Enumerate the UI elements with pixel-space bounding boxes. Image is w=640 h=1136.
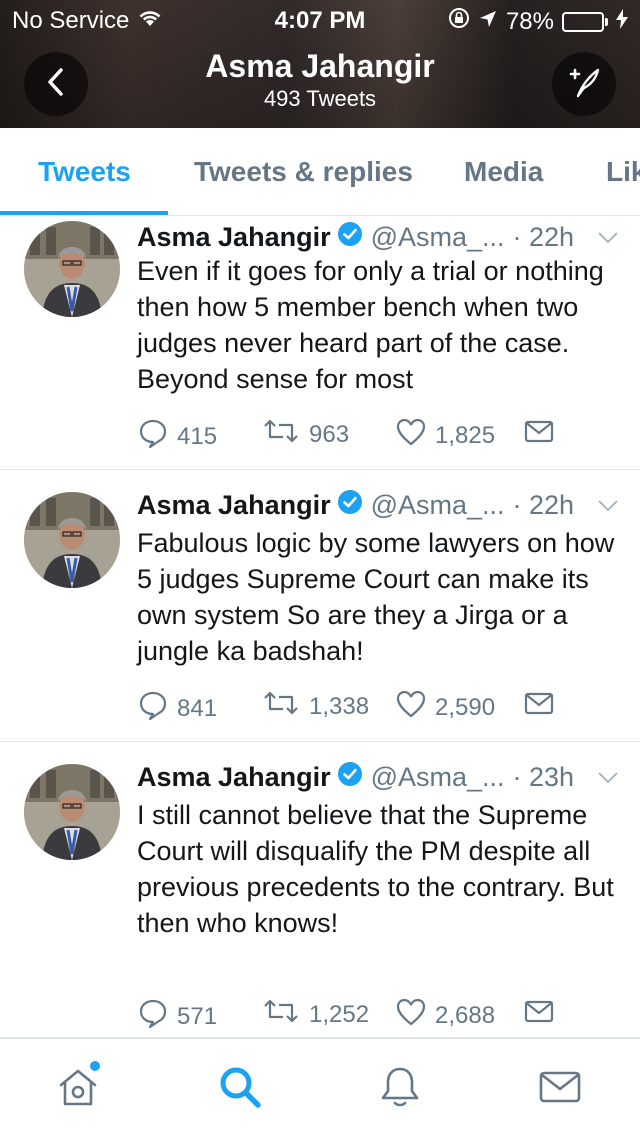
home-notification-dot [90,1061,100,1071]
tweet-header: Asma Jahangir @Asma_... · 22h [137,489,620,522]
heart-icon [395,689,427,726]
search-icon [217,1064,263,1115]
like-button[interactable]: 2,590 [395,689,495,726]
retweet-count: 1,338 [309,692,370,720]
envelope-icon [523,997,555,1032]
bottom-tab-bar [0,1038,640,1136]
home-icon [56,1065,100,1114]
tweet-actions: 571 1,252 2,688 [137,997,617,1033]
nav-messages[interactable] [536,1065,584,1113]
reply-icon [137,997,169,1036]
messages-icon [538,1067,582,1112]
reply-button[interactable]: 841 [137,689,217,728]
verified-badge-icon [337,761,363,794]
tweet-text: I still cannot believe that the Supreme … [137,800,614,938]
tweet-time: · 22h [512,490,575,520]
verified-badge-icon [337,489,363,522]
chevron-down-icon[interactable] [596,225,620,256]
battery-icon [562,11,608,32]
retweet-icon [261,997,301,1032]
direct-message-button[interactable] [523,417,555,452]
reply-button[interactable]: 571 [137,997,217,1036]
direct-message-button[interactable] [523,997,555,1032]
like-count: 1,825 [435,421,496,449]
tweet-text: Even if it goes for only a trial or noth… [137,256,604,394]
reply-count: 415 [177,422,218,450]
retweet-icon [261,417,301,452]
tweet-actions: 841 1,338 2,590 [137,689,617,725]
tab-tweets-replies[interactable]: Tweets & replies [194,156,413,188]
author-name[interactable]: Asma Jahangir [137,762,331,793]
reply-button[interactable]: 415 [137,417,217,456]
retweet-button[interactable]: 1,252 [261,997,369,1032]
tweet-count: 493 Tweets [263,86,377,111]
envelope-icon [523,417,555,452]
tweet-header: Asma Jahangir @Asma_... · 22h [137,221,620,254]
profile-tabs: Tweets Tweets & replies Media Lik [0,128,640,216]
retweet-button[interactable]: 963 [261,417,349,452]
tweet-header: Asma Jahangir @Asma_... · 23h [137,761,620,794]
compose-tweet-button[interactable] [552,52,616,116]
chevron-down-icon[interactable] [596,493,620,524]
tweet-time: · 23h [512,762,575,792]
direct-message-button[interactable] [523,689,555,724]
retweet-count: 1,252 [309,1000,370,1028]
charging-icon [616,8,628,36]
location-icon [478,8,498,36]
like-button[interactable]: 2,688 [395,997,495,1034]
like-count: 2,688 [435,1001,496,1029]
tweet[interactable]: Asma Jahangir @Asma_... · 22h Fabulous l… [0,471,640,742]
compose-feather-icon [566,64,602,105]
tweet[interactable]: Asma Jahangir @Asma_... · 23h I still ca… [0,743,640,1038]
retweet-icon [261,689,301,724]
chevron-down-icon[interactable] [596,765,620,796]
tweet-text: Fabulous logic by some lawyers on how 5 … [137,528,615,666]
heart-icon [395,997,427,1034]
avatar[interactable] [24,764,120,860]
nav-search[interactable] [216,1065,264,1113]
avatar[interactable] [24,221,120,317]
like-button[interactable]: 1,825 [395,417,495,454]
reply-icon [137,417,169,456]
profile-name-title: Asma Jahangir [205,48,435,84]
verified-badge-icon [337,221,363,254]
notifications-icon [378,1064,422,1115]
battery-percent: 78% [505,7,554,35]
reply-icon [137,689,169,728]
tweet[interactable]: Asma Jahangir @Asma_... · 22h Even if it… [0,217,640,470]
heart-icon [395,417,427,454]
orientation-lock-icon [448,7,470,36]
retweet-button[interactable]: 1,338 [261,689,369,724]
reply-count: 841 [177,694,218,722]
profile-header: No Service 4:07 PM 78% Asma Jahangir 493… [0,0,640,128]
status-bar: No Service 4:07 PM 78% [0,0,640,40]
tab-media[interactable]: Media [464,156,543,188]
tweet-actions: 415 963 1,825 [137,417,617,453]
author-handle: @Asma_... [370,222,505,252]
author-handle: @Asma_... [370,490,505,520]
envelope-icon [523,689,555,724]
author-name[interactable]: Asma Jahangir [137,222,331,253]
author-handle: @Asma_... [370,762,505,792]
tab-tweets[interactable]: Tweets [38,156,131,188]
nav-home[interactable] [54,1061,102,1114]
avatar[interactable] [24,492,120,588]
retweet-count: 963 [309,420,350,448]
active-tab-indicator [0,211,168,215]
like-count: 2,590 [435,693,496,721]
tweet-time: · 22h [512,222,575,252]
author-name[interactable]: Asma Jahangir [137,490,331,521]
reply-count: 571 [177,1002,218,1030]
tab-likes[interactable]: Lik [606,156,640,188]
nav-notifications[interactable] [376,1065,424,1113]
